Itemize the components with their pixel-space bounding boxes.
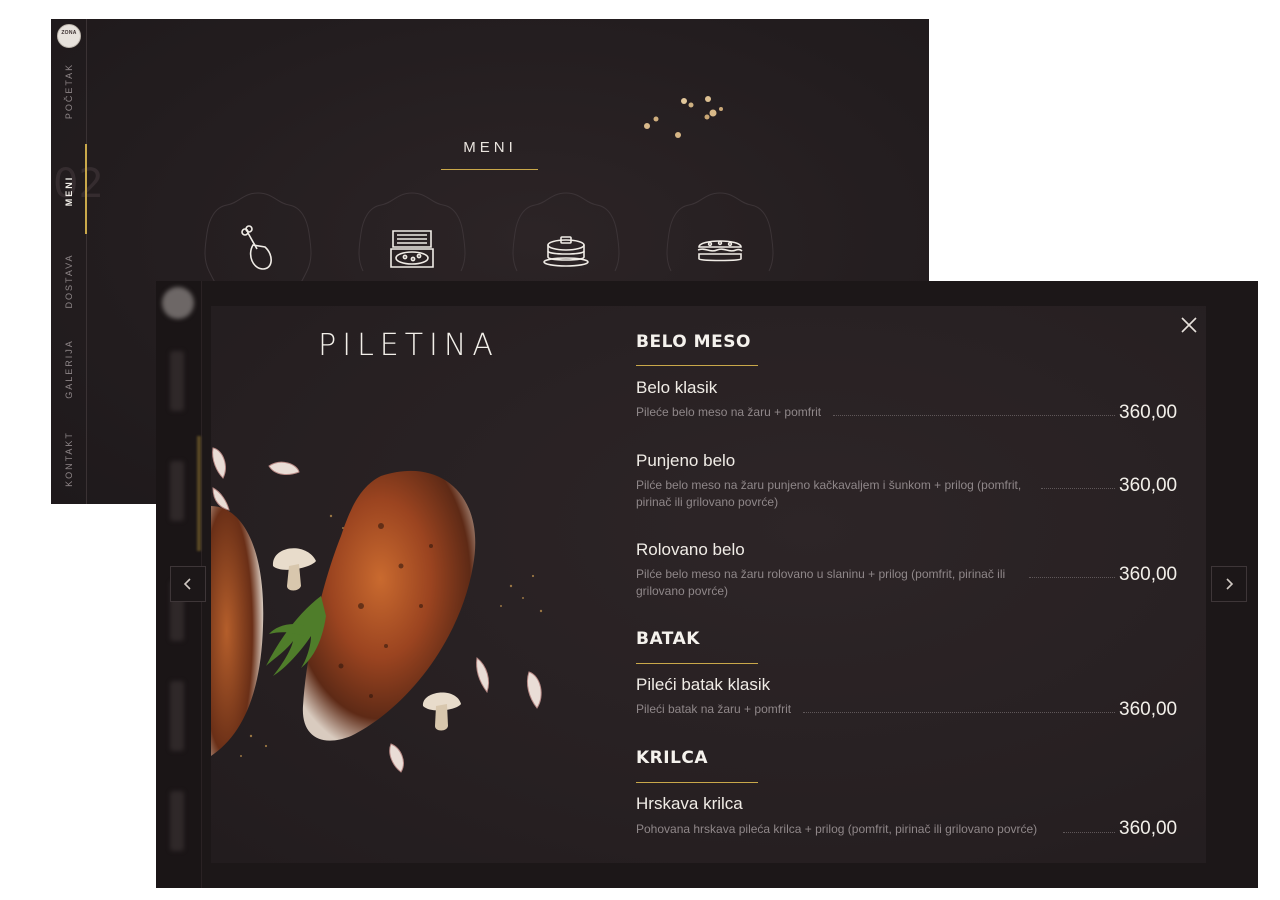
title-underline — [441, 169, 538, 170]
item-name: Belo klasik — [636, 378, 718, 397]
item-name: Hrskava krilca — [636, 794, 743, 813]
item-description: Pohovana hrskava pileća krilca + prilog … — [636, 822, 1038, 836]
section-underline — [636, 782, 758, 783]
dotted-leader — [1041, 488, 1115, 489]
dotted-leader — [833, 415, 1115, 416]
side-navigation: ZONA POČETAK 02 MENI DOSTAVA GALERIJA KO… — [51, 19, 104, 504]
blurred-nav-item — [170, 791, 184, 851]
item-description: Pileći batak na žaru + pomfrit — [636, 702, 792, 716]
item-description: Pilće belo meso na žaru punjeno kačkaval… — [636, 478, 1022, 509]
dotted-leader — [803, 712, 1115, 713]
close-button[interactable] — [1178, 314, 1200, 336]
menu-panel: PILETINA BELO MESO Belo klasik Pileće be… — [211, 306, 1206, 863]
chevron-left-icon — [183, 578, 191, 590]
item-description: Pilće belo meso na žaru rolovano u slani… — [636, 567, 1006, 598]
blurred-nav-item — [170, 351, 184, 411]
section-heading-belo-meso: BELO MESO — [636, 332, 751, 352]
section-underline — [636, 663, 758, 664]
nav-item-dostava[interactable]: DOSTAVA — [64, 253, 74, 308]
logo[interactable]: ZONA — [57, 24, 81, 48]
blurred-nav-item — [170, 681, 184, 751]
section-title: MENI — [463, 139, 517, 156]
item-name: Punjeno belo — [636, 451, 736, 470]
blurred-logo — [162, 287, 194, 319]
item-price: 360,00 — [1119, 699, 1178, 720]
item-price: 360,00 — [1119, 564, 1178, 585]
menu-modal: PILETINA BELO MESO Belo klasik Pileće be… — [156, 281, 1258, 888]
item-price: 360,00 — [1119, 818, 1178, 839]
nav-item-meni[interactable]: MENI — [64, 176, 74, 207]
logo-text: ZONA — [61, 30, 77, 36]
category-title: PILETINA — [318, 328, 499, 363]
blurred-active-indicator — [197, 436, 201, 551]
close-icon — [1181, 317, 1197, 333]
peppercorns-decoration — [644, 96, 723, 138]
section-number: 02 — [53, 161, 104, 207]
nav-item-galerija[interactable]: GALERIJA — [64, 339, 74, 399]
nav-active-indicator — [85, 144, 87, 234]
previous-button[interactable] — [170, 566, 206, 602]
grilled-chicken-image — [211, 447, 543, 773]
section-heading-batak: BATAK — [636, 629, 700, 649]
item-price: 360,00 — [1119, 475, 1178, 496]
chevron-right-icon — [1226, 578, 1234, 590]
nav-item-kontakt[interactable]: KONTAKT — [64, 431, 74, 487]
section-heading-krilca: KRILCA — [636, 748, 709, 768]
dotted-leader — [1063, 832, 1115, 833]
item-name: Pileći batak klasik — [636, 675, 771, 694]
nav-item-pocetak[interactable]: POČETAK — [64, 63, 74, 119]
item-name: Rolovano belo — [636, 540, 745, 559]
dotted-leader — [1029, 577, 1115, 578]
section-underline — [636, 365, 758, 366]
item-price: 360,00 — [1119, 402, 1178, 423]
next-button[interactable] — [1211, 566, 1247, 602]
item-description: Pileće belo meso na žaru + pomfrit — [636, 405, 822, 419]
blurred-nav-item — [170, 461, 184, 521]
